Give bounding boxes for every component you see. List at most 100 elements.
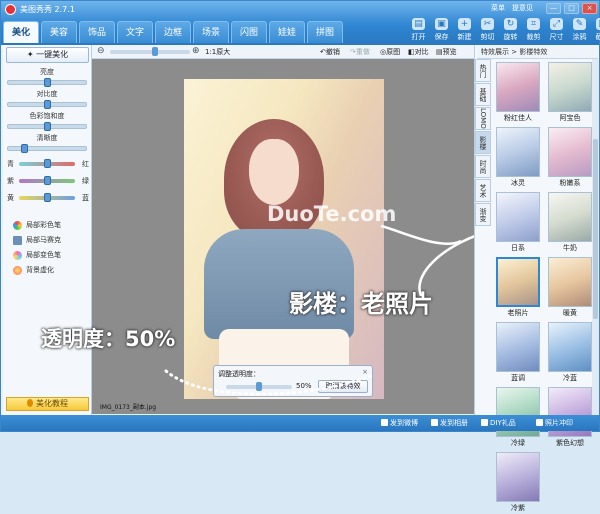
zoom-knob[interactable]	[152, 47, 158, 56]
zoom-actual-button[interactable]: 1:1原大	[205, 47, 230, 57]
crop-icon: ⌗	[527, 18, 540, 30]
tint-slider-cyan-red[interactable]	[19, 159, 75, 168]
title-bar: 美图秀秀 2.7.1 菜单 提意见 — □ × 美化 美容 饰品 文字 边框 场…	[1, 1, 600, 45]
tab-art[interactable]: 艺术	[475, 179, 491, 202]
tab-collage[interactable]: 拼图	[307, 21, 343, 43]
close-button[interactable]: ×	[582, 3, 597, 14]
slider-knob[interactable]	[21, 144, 28, 153]
tab-hot[interactable]: 热门	[475, 59, 491, 82]
tab-beautify[interactable]: 美化	[3, 21, 39, 43]
tab-flash[interactable]: 闪图	[231, 21, 267, 43]
effect-thumb[interactable]: 粉红佳人	[494, 62, 542, 124]
opacity-knob[interactable]	[256, 382, 262, 391]
effect-thumb[interactable]: 冰灵	[494, 127, 542, 189]
share-weibo-button[interactable]: 发到微博	[381, 418, 418, 428]
resize-button[interactable]: ⤢ 尺寸	[547, 17, 566, 44]
preview-button[interactable]: ▤预览	[436, 47, 457, 57]
edited-photo[interactable]	[184, 79, 384, 399]
local-mosaic[interactable]: 局部马赛克	[13, 235, 61, 245]
rotate-icon: ↻	[504, 18, 517, 30]
tab-scene[interactable]: 场景	[193, 21, 229, 43]
undo-button[interactable]: ↶撤销	[320, 47, 340, 57]
menu-link[interactable]: 菜单	[491, 3, 505, 13]
scrollbar-thumb[interactable]	[593, 139, 598, 319]
zoom-in-icon[interactable]: ⊕	[192, 46, 200, 56]
effect-thumb[interactable]: 冷紫	[494, 452, 542, 514]
slider-knob[interactable]	[44, 122, 51, 131]
crop-button[interactable]: ⌗ 裁剪	[524, 17, 543, 44]
folder-icon: ▤	[412, 18, 425, 30]
album-icon	[431, 419, 438, 426]
compare-icon: ◧	[408, 48, 415, 56]
tab-border[interactable]: 边框	[155, 21, 191, 43]
blur-icon	[13, 265, 22, 275]
slider-knob[interactable]	[44, 100, 51, 109]
preview-icon: ▤	[436, 48, 443, 56]
tab-studio[interactable]: 影楼	[475, 131, 491, 154]
effect-thumb[interactable]: 粉嫩系	[546, 127, 594, 189]
zoom-slider[interactable]	[110, 47, 190, 56]
redo-button[interactable]: ↷重做	[350, 47, 370, 57]
effect-thumb[interactable]: 牛奶	[546, 192, 594, 254]
effect-thumb[interactable]: 阿宝色	[546, 62, 594, 124]
local-recolor-pen[interactable]: 局部变色笔	[13, 250, 61, 260]
effects-scrollbar[interactable]	[592, 59, 599, 415]
zoom-out-icon[interactable]: ⊖	[97, 46, 105, 56]
tab-text[interactable]: 文字	[117, 21, 153, 43]
tab-fashion[interactable]: 时尚	[475, 155, 491, 178]
brush-button[interactable]: ✎ 涂鸦	[570, 17, 589, 44]
effect-thumb[interactable]: 暖黄	[546, 257, 594, 319]
minimize-button[interactable]: —	[546, 3, 561, 14]
feedback-link[interactable]: 提意见	[512, 3, 533, 13]
effect-thumb-selected[interactable]: 老照片	[494, 257, 542, 319]
recolor-icon	[13, 250, 22, 260]
tutorial-button[interactable]: 美化教程	[6, 397, 89, 411]
opacity-slider[interactable]	[226, 382, 292, 391]
onekey-beautify-button[interactable]: ✦ 一键美化	[6, 47, 89, 63]
slider-knob[interactable]	[44, 78, 51, 87]
diy-gift-button[interactable]: DIY礼品	[481, 418, 516, 428]
effect-thumbnails: 粉红佳人 阿宝色 冰灵 粉嫩系 日系 牛奶 老照片 暖黄 蓝调 冷蓝 冷绿 紫色…	[494, 62, 594, 514]
new-button[interactable]: + 新建	[455, 17, 474, 44]
compare-button[interactable]: ◧对比	[408, 47, 429, 57]
local-color-pen[interactable]: 局部彩色笔	[13, 220, 61, 230]
cancel-effect-button[interactable]: 取消该特效	[318, 380, 368, 393]
tint-slider-yellow-blue[interactable]	[19, 193, 75, 202]
save-button[interactable]: ▣ 保存	[432, 17, 451, 44]
saturation-slider[interactable]	[7, 122, 87, 131]
toolbar: ▤打开 ▣保存 +新建 ✂剪切 ↻旋转 ⌗裁剪 ⤢尺寸 ✎涂鸦 ◫截屏	[409, 17, 600, 44]
close-icon[interactable]: ×	[362, 368, 368, 376]
tab-beauty[interactable]: 美容	[41, 21, 77, 43]
background-blur[interactable]: 背景虚化	[13, 265, 54, 275]
saturation-control: 色彩饱和度	[7, 111, 87, 131]
left-panel: ✦ 一键美化 亮度 对比度 色彩饱和度 清晰度 青 红 紫 绿 黄 蓝 局部彩色…	[3, 45, 92, 415]
maximize-button[interactable]: □	[564, 3, 579, 14]
tab-lomo[interactable]: LOMO	[475, 107, 491, 130]
photo-print-button[interactable]: 照片冲印	[536, 418, 573, 428]
effect-category-tabs: 热门 基础 LOMO 影楼 时尚 艺术 渐变	[475, 59, 491, 227]
tab-accessories[interactable]: 饰品	[79, 21, 115, 43]
sharpness-slider[interactable]	[7, 144, 87, 153]
tint-slider-purple-green[interactable]	[19, 176, 75, 185]
effect-breadcrumb: 特效展示 > 影楼特效	[477, 45, 598, 59]
effect-thumb[interactable]: 日系	[494, 192, 542, 254]
tab-basic[interactable]: 基础	[475, 83, 491, 106]
open-button[interactable]: ▤ 打开	[409, 17, 428, 44]
app-title: 美图秀秀 2.7.1	[20, 5, 75, 14]
tab-gradient[interactable]: 渐变	[475, 203, 491, 226]
brightness-control: 亮度	[7, 67, 87, 87]
contrast-slider[interactable]	[7, 100, 87, 109]
tab-doll[interactable]: 娃娃	[269, 21, 305, 43]
rotate-button[interactable]: ↻ 旋转	[501, 17, 520, 44]
cut-icon: ✂	[481, 18, 494, 30]
saturation-label: 色彩饱和度	[29, 112, 65, 120]
screenshot-button[interactable]: ◫截屏	[593, 17, 600, 44]
share-album-button[interactable]: 发到相册	[431, 418, 468, 428]
contrast-control: 对比度	[7, 89, 87, 109]
cut-button[interactable]: ✂ 剪切	[478, 17, 497, 44]
effect-thumb[interactable]: 蓝调	[494, 322, 542, 384]
brightness-slider[interactable]	[7, 78, 87, 87]
effect-thumb[interactable]: 冷蓝	[546, 322, 594, 384]
right-panel: 特效展示 > 影楼特效 热门 基础 LOMO 影楼 时尚 艺术 渐变 粉红佳人 …	[474, 45, 599, 512]
original-button[interactable]: ◎原图	[380, 47, 400, 57]
